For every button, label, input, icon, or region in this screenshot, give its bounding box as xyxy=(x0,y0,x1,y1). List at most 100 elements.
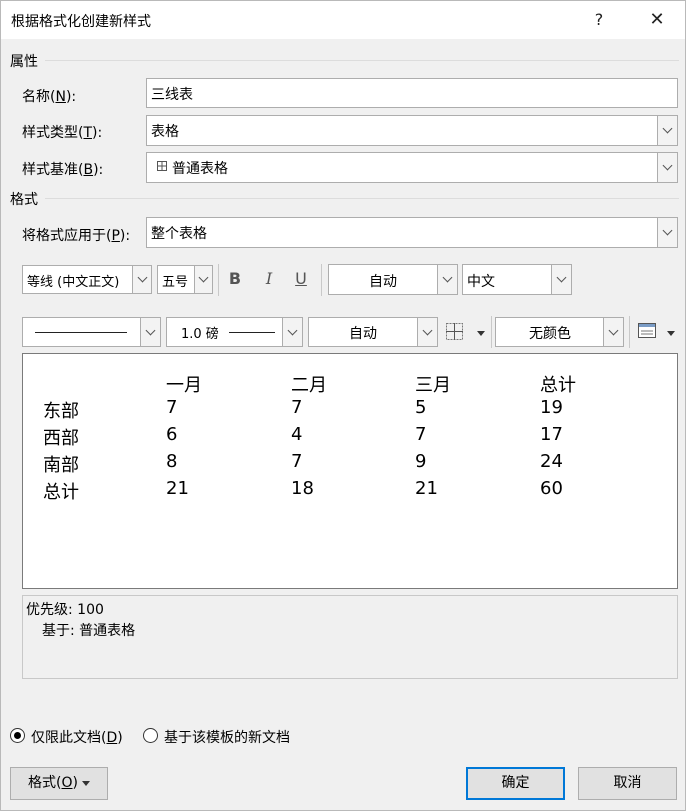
preview-row-label: 西部 xyxy=(43,428,79,449)
style-type-select[interactable]: 表格 xyxy=(146,115,678,146)
bold-button[interactable]: B xyxy=(222,265,248,293)
border-weight-select[interactable]: 1.0 磅 xyxy=(166,317,303,347)
chevron-down-icon[interactable] xyxy=(282,318,302,346)
toolbar-separator xyxy=(629,316,630,348)
based-on-text: 基于: 普通表格 xyxy=(42,623,136,639)
preview-row-label: 南部 xyxy=(43,455,79,476)
font-color-value: 自动 xyxy=(369,274,397,290)
properties-divider xyxy=(45,60,679,61)
style-base-value: 普通表格 xyxy=(172,161,228,177)
preview-cell: 24 xyxy=(540,451,563,472)
border-color-select[interactable]: 自动 xyxy=(308,317,438,347)
preview-header-cell: 三月 xyxy=(415,375,451,396)
preview-cell: 21 xyxy=(415,478,438,499)
title-bar: 根据格式化创建新样式 ? ✕ xyxy=(1,1,685,39)
chevron-down-icon[interactable] xyxy=(132,266,151,293)
close-button[interactable]: ✕ xyxy=(637,5,677,35)
preview-row-label: 总计 xyxy=(43,482,79,503)
apply-to-value: 整个表格 xyxy=(151,226,207,242)
italic-button[interactable]: I xyxy=(256,265,282,293)
table-preview: 一月 二月 三月 总计 东部 7 7 5 19 西部 6 4 7 17 南部 8… xyxy=(22,353,678,589)
style-base-label: 样式基准(B): xyxy=(22,162,104,178)
borders-button[interactable] xyxy=(443,319,489,345)
borders-grid-icon xyxy=(446,323,463,344)
apply-to-label: 将格式应用于(P): xyxy=(22,228,131,244)
shading-color-value: 无颜色 xyxy=(529,326,571,342)
preview-header-cell: 一月 xyxy=(166,375,202,396)
underline-button[interactable]: U xyxy=(288,265,314,293)
help-button[interactable]: ? xyxy=(579,5,619,35)
table-properties-button[interactable] xyxy=(635,319,681,345)
style-type-value: 表格 xyxy=(151,124,179,140)
name-input[interactable]: 三线表 xyxy=(146,78,678,108)
preview-header-cell: 二月 xyxy=(291,375,327,396)
style-type-label: 样式类型(T): xyxy=(22,125,103,141)
chevron-down-icon[interactable] xyxy=(657,153,677,182)
format-divider xyxy=(45,198,679,199)
preview-cell: 7 xyxy=(291,451,303,472)
new-documents-radio[interactable] xyxy=(143,728,158,743)
preview-cell: 4 xyxy=(291,424,303,445)
preview-header-cell: 总计 xyxy=(540,375,576,396)
preview-cell: 6 xyxy=(166,424,178,445)
chevron-down-icon[interactable] xyxy=(140,318,160,346)
table-properties-icon xyxy=(638,323,656,342)
preview-cell: 19 xyxy=(540,397,563,418)
font-color-select[interactable]: 自动 xyxy=(328,264,458,295)
script-value: 中文 xyxy=(467,274,495,290)
style-base-select[interactable]: 普通表格 xyxy=(146,152,678,183)
create-style-dialog: 根据格式化创建新样式 ? ✕ 属性 名称(N): 三线表 样式类型(T): 表格… xyxy=(0,0,686,811)
chevron-down-icon[interactable] xyxy=(417,318,437,346)
preview-cell: 18 xyxy=(291,478,314,499)
this-document-label[interactable]: 仅限此文档(D) xyxy=(31,727,123,747)
name-label: 名称(N): xyxy=(22,89,77,105)
preview-cell: 7 xyxy=(291,397,303,418)
new-documents-label[interactable]: 基于该模板的新文档 xyxy=(164,727,290,747)
script-select[interactable]: 中文 xyxy=(462,264,572,295)
cancel-button[interactable]: 取消 xyxy=(578,767,677,800)
chevron-down-icon[interactable] xyxy=(657,116,677,145)
preview-cell: 21 xyxy=(166,478,189,499)
caret-down-icon xyxy=(473,325,485,341)
style-description: 优先级: 100 基于: 普通表格 xyxy=(22,595,678,679)
preview-cell: 9 xyxy=(415,451,427,472)
font-size-value: 五号 xyxy=(162,275,189,290)
format-menu-button[interactable]: 格式(O) xyxy=(10,767,108,800)
preview-cell: 17 xyxy=(540,424,563,445)
caret-down-icon xyxy=(81,780,90,786)
format-section-label: 格式 xyxy=(10,192,38,208)
apply-to-select[interactable]: 整个表格 xyxy=(146,217,678,248)
border-weight-value: 1.0 磅 xyxy=(181,327,219,342)
solid-line-icon xyxy=(35,332,127,333)
weight-line-icon xyxy=(229,332,275,333)
radio-selected-dot xyxy=(14,732,21,739)
shading-color-select[interactable]: 无颜色 xyxy=(495,317,624,347)
table-style-icon xyxy=(157,159,167,175)
preview-cell: 5 xyxy=(415,397,427,418)
priority-text: 优先级: 100 xyxy=(26,602,104,618)
preview-cell: 7 xyxy=(415,424,427,445)
name-input-value: 三线表 xyxy=(151,87,193,103)
font-name-value: 等线 (中文正文) xyxy=(27,275,120,290)
preview-cell: 7 xyxy=(166,397,178,418)
border-color-value: 自动 xyxy=(349,326,377,342)
this-document-radio[interactable] xyxy=(10,728,25,743)
font-size-select[interactable]: 五号 xyxy=(157,265,213,294)
chevron-down-icon[interactable] xyxy=(194,266,212,293)
preview-cell: 60 xyxy=(540,478,563,499)
chevron-down-icon[interactable] xyxy=(551,265,571,294)
chevron-down-icon[interactable] xyxy=(657,218,677,247)
ok-button[interactable]: 确定 xyxy=(466,767,565,800)
toolbar-separator xyxy=(218,264,219,296)
properties-section-label: 属性 xyxy=(10,54,38,70)
border-style-select[interactable] xyxy=(22,317,161,347)
font-name-select[interactable]: 等线 (中文正文) xyxy=(22,265,152,294)
preview-cell: 8 xyxy=(166,451,178,472)
chevron-down-icon[interactable] xyxy=(603,318,623,346)
toolbar-separator xyxy=(321,264,322,296)
dialog-title: 根据格式化创建新样式 xyxy=(11,14,151,30)
toolbar-separator xyxy=(491,316,492,348)
caret-down-icon xyxy=(663,325,675,341)
preview-row-label: 东部 xyxy=(43,401,79,422)
chevron-down-icon[interactable] xyxy=(437,265,457,294)
